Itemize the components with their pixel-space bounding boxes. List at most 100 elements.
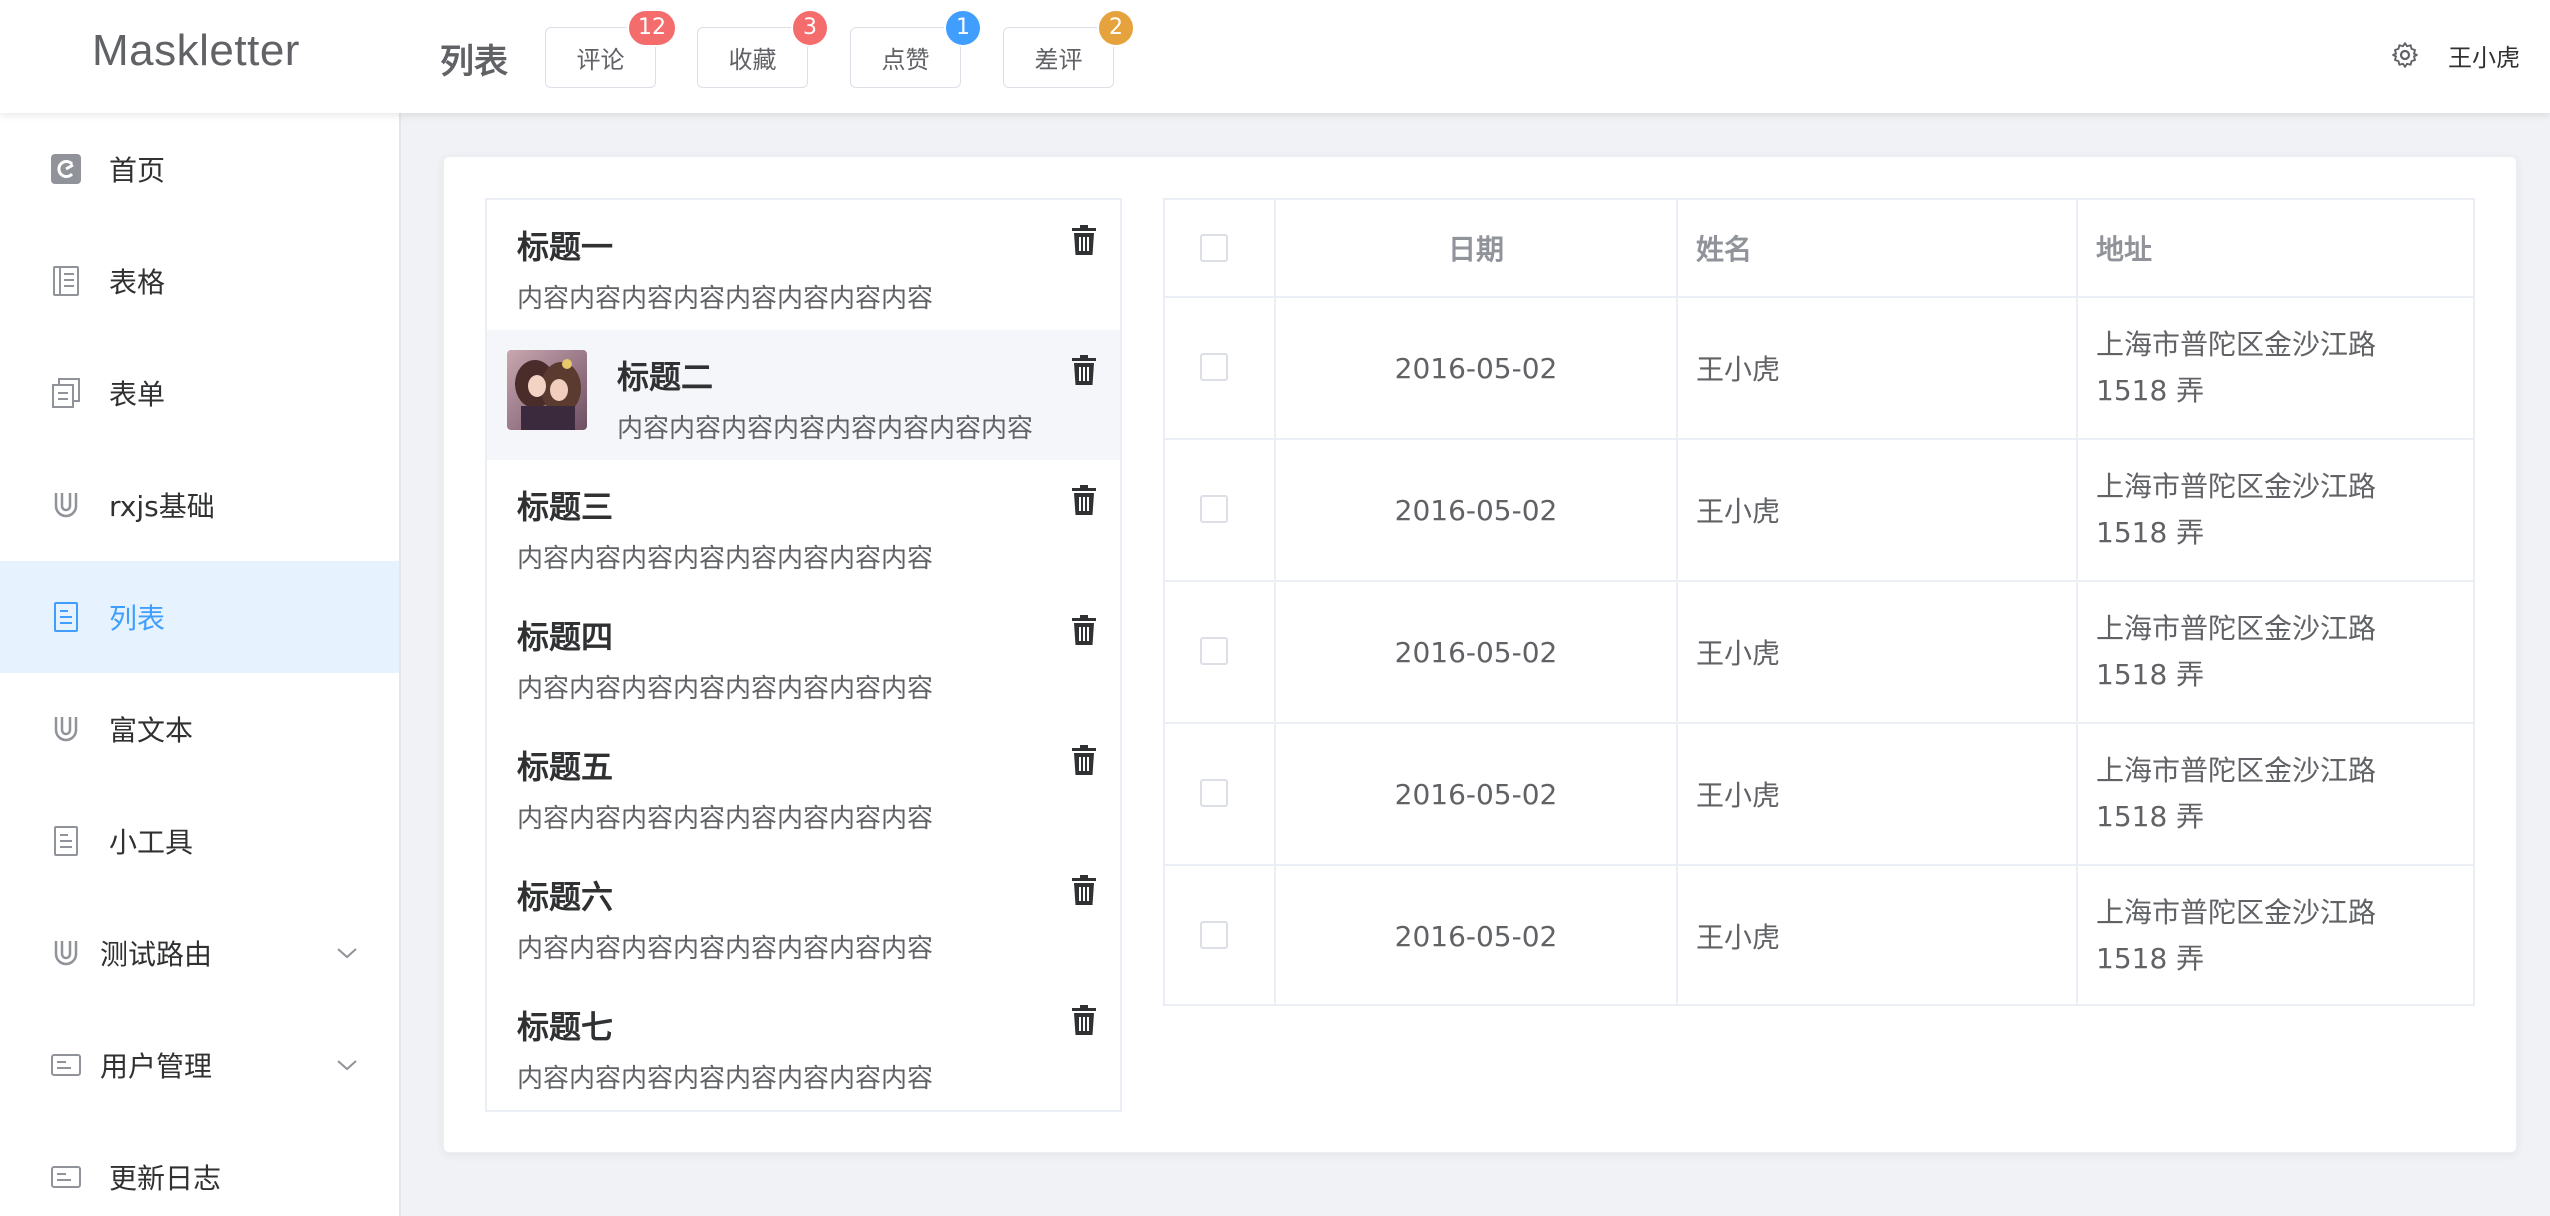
list-item[interactable]: 标题三 内容内容内容内容内容内容内容内容 bbox=[487, 460, 1120, 590]
sidebar-item-label: 富文本 bbox=[109, 714, 194, 747]
table-cell-date: 2016-05-02 bbox=[1394, 635, 1558, 669]
list-item-title: 标题一 bbox=[517, 228, 614, 266]
document-icon bbox=[54, 826, 78, 856]
table-cell-address: 上海市普陀区金沙江路 1518 弄 bbox=[2096, 470, 2377, 549]
trash-icon[interactable] bbox=[1070, 744, 1098, 776]
list-item-title: 标题七 bbox=[517, 1008, 614, 1046]
list-icon bbox=[54, 602, 78, 632]
sidebar-item-home[interactable]: 首页 bbox=[0, 113, 399, 225]
table-cell-name: 王小虎 bbox=[1696, 921, 1781, 954]
sidebar-item-table[interactable]: 表格 bbox=[0, 225, 399, 337]
sidebar-item-label: 更新日志 bbox=[109, 1162, 222, 1195]
table-cell-address: 上海市普陀区金沙江路 1518 弄 bbox=[2096, 754, 2377, 833]
list-item[interactable]: 标题一 内容内容内容内容内容内容内容内容 bbox=[487, 200, 1120, 330]
user-name[interactable]: 王小虎 bbox=[2448, 38, 2520, 73]
favorite-button-label: 收藏 bbox=[728, 46, 777, 74]
list-item-content: 内容内容内容内容内容内容内容内容 bbox=[517, 544, 934, 574]
list-item-content: 内容内容内容内容内容内容内容内容 bbox=[517, 284, 934, 314]
row-checkbox[interactable] bbox=[1200, 779, 1228, 807]
sidebar-item-richtext[interactable]: 富文本 bbox=[0, 673, 399, 785]
top-header: Maskletter 列表 评论 12 收藏 3 点赞 1 差评 2 王小虎 bbox=[0, 0, 2550, 113]
sidebar-item-list[interactable]: 列表 bbox=[0, 561, 399, 673]
magnet-icon bbox=[54, 493, 78, 518]
comment-button-label: 评论 bbox=[576, 46, 625, 74]
sidebar-item-tools[interactable]: 小工具 bbox=[0, 785, 399, 897]
like-count-badge: 1 bbox=[944, 9, 982, 47]
row-checkbox[interactable] bbox=[1200, 637, 1228, 665]
favorite-button[interactable]: 收藏 3 bbox=[697, 9, 829, 88]
item-list: 标题一 内容内容内容内容内容内容内容内容 标题二 内容内容内容内容内容内容内容内… bbox=[485, 198, 1122, 1112]
table-cell-date: 2016-05-02 bbox=[1394, 351, 1558, 385]
comment-count-badge: 12 bbox=[627, 9, 677, 47]
column-header-name[interactable]: 姓名 bbox=[1696, 200, 2076, 296]
magnet-icon bbox=[54, 941, 78, 966]
list-item[interactable]: 标题二 内容内容内容内容内容内容内容内容 bbox=[487, 330, 1120, 460]
list-item[interactable]: 标题五 内容内容内容内容内容内容内容内容 bbox=[487, 720, 1120, 850]
table-cell-name: 王小虎 bbox=[1696, 779, 1781, 812]
home-icon bbox=[51, 154, 81, 184]
sidebar-item-label: 表单 bbox=[109, 378, 166, 411]
table-divider bbox=[2076, 200, 2078, 1004]
sidebar-item-label: 测试路由 bbox=[100, 938, 213, 971]
sidebar-item-label: 首页 bbox=[109, 154, 166, 187]
trash-icon[interactable] bbox=[1070, 484, 1098, 516]
dislike-button[interactable]: 差评 2 bbox=[1003, 9, 1135, 88]
gear-icon[interactable] bbox=[2390, 40, 2420, 70]
list-item-content: 内容内容内容内容内容内容内容内容 bbox=[617, 414, 1034, 444]
sidebar-item-label: 列表 bbox=[109, 602, 166, 635]
data-table: 日期 姓名 地址 2016-05-02 王小虎 上海市普陀区金沙江路 1518 … bbox=[1163, 198, 2475, 1006]
list-item-title: 标题六 bbox=[517, 878, 614, 916]
list-item[interactable]: 标题六 内容内容内容内容内容内容内容内容 bbox=[487, 850, 1120, 980]
table-cell-name: 王小虎 bbox=[1696, 637, 1781, 670]
table-cell-name: 王小虎 bbox=[1696, 495, 1781, 528]
list-item-title: 标题三 bbox=[517, 488, 614, 526]
sidebar-item-label: 用户管理 bbox=[100, 1050, 213, 1083]
row-checkbox[interactable] bbox=[1200, 353, 1228, 381]
form-icon bbox=[52, 378, 80, 408]
column-header-address[interactable]: 地址 bbox=[2096, 200, 2476, 296]
trash-icon[interactable] bbox=[1070, 614, 1098, 646]
comment-button[interactable]: 评论 12 bbox=[545, 9, 677, 88]
list-item[interactable]: 标题四 内容内容内容内容内容内容内容内容 bbox=[487, 590, 1120, 720]
list-item-content: 内容内容内容内容内容内容内容内容 bbox=[517, 674, 934, 704]
sidebar-item-label: rxjs基础 bbox=[109, 490, 215, 523]
sidebar-item-user-management[interactable]: 用户管理 bbox=[0, 1009, 399, 1121]
favorite-count-badge: 3 bbox=[791, 9, 829, 47]
list-item[interactable]: 标题七 内容内容内容内容内容内容内容内容 bbox=[487, 980, 1120, 1110]
sidebar: 首页 表格 表单 rxjs基础 列表 富文本 小工具 测试路由 用户管理 更新日… bbox=[0, 113, 401, 1216]
like-button-label: 点赞 bbox=[881, 46, 930, 74]
table-cell-name: 王小虎 bbox=[1696, 353, 1781, 386]
trash-icon[interactable] bbox=[1070, 224, 1098, 256]
table-cell-address: 上海市普陀区金沙江路 1518 弄 bbox=[2096, 896, 2377, 975]
column-header-date[interactable]: 日期 bbox=[1276, 200, 1676, 296]
chevron-down-icon bbox=[337, 948, 357, 959]
list-item-title: 标题五 bbox=[517, 748, 614, 786]
list-item-title: 标题二 bbox=[617, 358, 714, 396]
trash-icon[interactable] bbox=[1070, 874, 1098, 906]
select-all-checkbox[interactable] bbox=[1200, 234, 1228, 262]
like-button[interactable]: 点赞 1 bbox=[850, 9, 982, 88]
magnet-icon bbox=[54, 717, 78, 742]
table-cell-date: 2016-05-02 bbox=[1394, 919, 1558, 953]
list-item-title: 标题四 bbox=[517, 618, 614, 656]
sidebar-item-label: 小工具 bbox=[109, 826, 194, 859]
trash-icon[interactable] bbox=[1070, 354, 1098, 386]
sidebar-item-form[interactable]: 表单 bbox=[0, 337, 399, 449]
sidebar-item-test-routes[interactable]: 测试路由 bbox=[0, 897, 399, 1009]
page-title: 列表 bbox=[440, 43, 508, 81]
list-item-content: 内容内容内容内容内容内容内容内容 bbox=[517, 804, 934, 834]
sidebar-item-changelog[interactable]: 更新日志 bbox=[0, 1121, 399, 1216]
sidebar-item-label: 表格 bbox=[109, 266, 166, 299]
card-icon bbox=[51, 1166, 81, 1188]
trash-icon[interactable] bbox=[1070, 1004, 1098, 1036]
table-cell-date: 2016-05-02 bbox=[1394, 777, 1558, 811]
chevron-down-icon bbox=[337, 1060, 357, 1071]
list-item-content: 内容内容内容内容内容内容内容内容 bbox=[517, 934, 934, 964]
sidebar-item-rxjs[interactable]: rxjs基础 bbox=[0, 449, 399, 561]
row-checkbox[interactable] bbox=[1200, 921, 1228, 949]
dislike-count-badge: 2 bbox=[1097, 9, 1135, 47]
app-logo: Maskletter bbox=[92, 26, 300, 75]
table-cell-date: 2016-05-02 bbox=[1394, 493, 1558, 527]
avatar bbox=[507, 350, 587, 430]
row-checkbox[interactable] bbox=[1200, 495, 1228, 523]
